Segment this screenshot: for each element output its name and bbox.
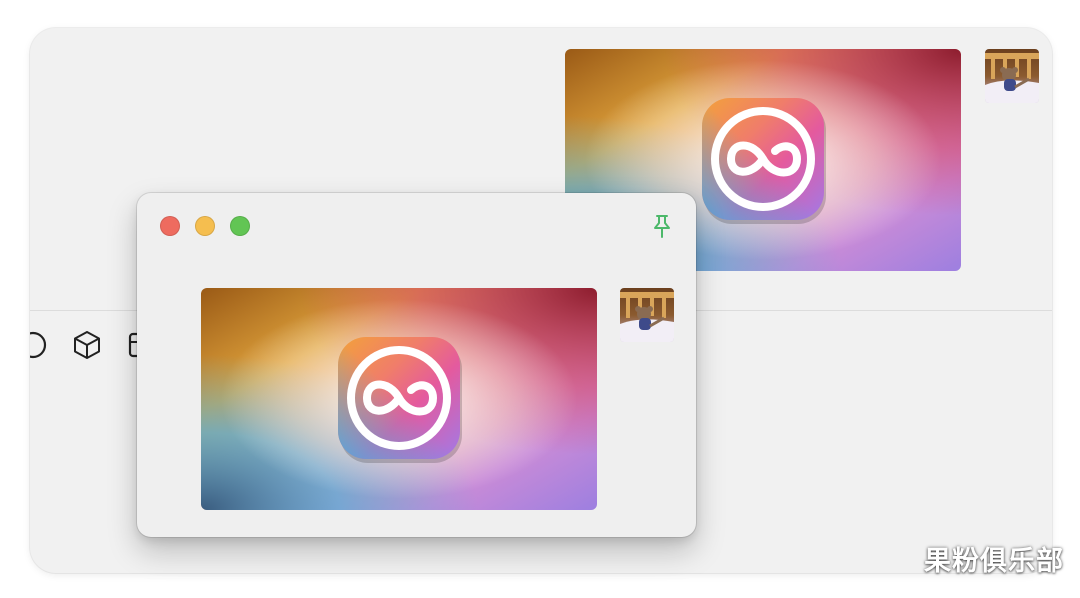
watermark-text: 果粉俱乐部 <box>924 546 1064 577</box>
avatar-thumbnail[interactable] <box>620 288 674 342</box>
traffic-lights <box>160 216 250 236</box>
minimize-button[interactable] <box>195 216 215 236</box>
cube-icon[interactable] <box>70 328 104 362</box>
avatar-thumbnail[interactable] <box>985 49 1039 103</box>
maximize-button[interactable] <box>230 216 250 236</box>
teddy-bear-image <box>985 49 1039 103</box>
wallpaper-preview[interactable] <box>201 288 597 510</box>
screenshot-stage: 果粉俱乐部 <box>0 0 1080 598</box>
teddy-bear-image <box>620 288 674 342</box>
pin-icon[interactable] <box>650 213 674 239</box>
floating-window[interactable] <box>137 193 696 537</box>
close-button[interactable] <box>160 216 180 236</box>
infinity-app-icon <box>338 337 462 463</box>
infinity-app-icon <box>702 98 826 224</box>
partial-circle-icon[interactable] <box>30 328 50 362</box>
wallpaper-image <box>201 288 597 510</box>
